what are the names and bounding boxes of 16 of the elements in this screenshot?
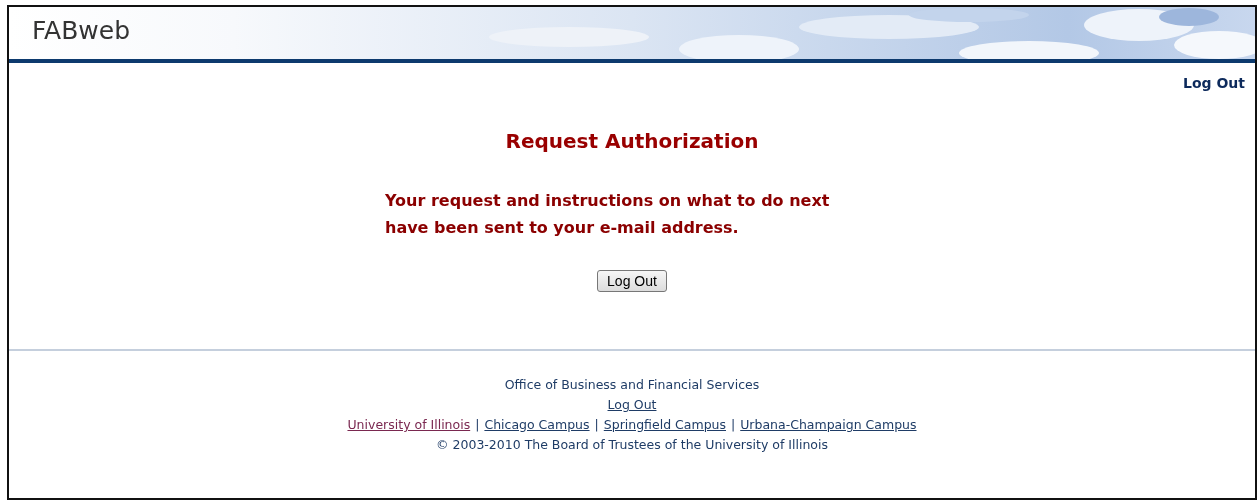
message-line: have been sent to your e-mail address. <box>385 217 739 239</box>
campus-link[interactable]: Chicago Campus <box>484 415 590 435</box>
logout-link[interactable]: Log Out <box>607 395 657 415</box>
message-line: Your request and instructions on what to do next <box>385 190 830 212</box>
copyright-text: © 2003-2010 The Board of Trustees of the University of Illinois <box>436 436 828 454</box>
office-name: Office of Business and Financial Services <box>504 376 760 394</box>
logout-link[interactable]: Log Out <box>1183 75 1245 91</box>
campus-link[interactable]: University of Illinois <box>347 415 471 435</box>
site-title: FABweb <box>32 16 131 45</box>
campus-link[interactable]: Springfield Campus <box>603 415 726 435</box>
campus-link[interactable]: Urbana-Champaign Campus <box>740 415 917 435</box>
logout-button[interactable]: Log Out <box>597 270 667 292</box>
separator: | <box>475 416 480 434</box>
separator: | <box>594 416 599 434</box>
page-heading: Request Authorization <box>504 129 760 153</box>
separator: | <box>731 416 736 434</box>
